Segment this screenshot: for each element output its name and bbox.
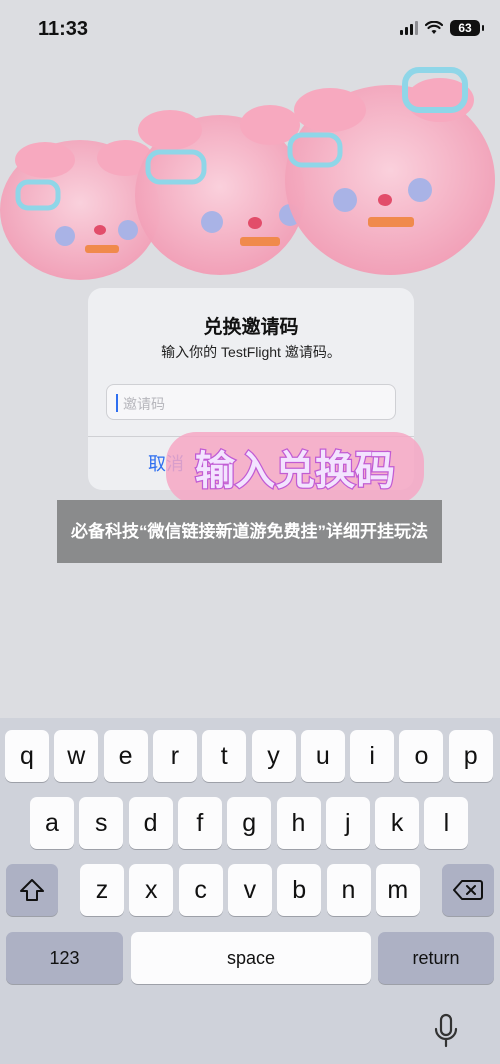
numbers-key[interactable]: 123 bbox=[6, 932, 123, 984]
key-l[interactable]: l bbox=[424, 797, 469, 849]
key-e[interactable]: e bbox=[103, 730, 148, 782]
key-f[interactable]: f bbox=[177, 797, 222, 849]
delete-icon bbox=[453, 880, 483, 900]
invite-code-placeholder: 邀请码 bbox=[123, 396, 165, 412]
signal-icon bbox=[400, 21, 418, 35]
invite-code-input[interactable]: 邀请码 bbox=[106, 384, 396, 420]
battery-icon: 63 bbox=[450, 20, 484, 36]
key-t[interactable]: t bbox=[202, 730, 247, 782]
dictation-button[interactable] bbox=[432, 1013, 460, 1054]
caption-text: 必备科技“微信链接新道游免费挂”详细开挂玩法 bbox=[71, 521, 428, 541]
wifi-icon bbox=[425, 21, 443, 34]
dialog-message: 输入你的 TestFlight 邀请码。 bbox=[161, 344, 341, 360]
key-h[interactable]: h bbox=[276, 797, 321, 849]
key-a[interactable]: a bbox=[30, 797, 74, 849]
key-i[interactable]: i bbox=[350, 730, 395, 782]
key-d[interactable]: d bbox=[128, 797, 173, 849]
return-key[interactable]: return bbox=[378, 932, 494, 984]
key-s[interactable]: s bbox=[79, 797, 124, 849]
microphone-icon bbox=[434, 1013, 458, 1048]
key-q[interactable]: q bbox=[5, 730, 49, 782]
space-key[interactable]: space bbox=[131, 932, 371, 984]
sticker-creature-left bbox=[0, 140, 160, 280]
key-b[interactable]: b bbox=[277, 864, 322, 916]
key-o[interactable]: o bbox=[399, 730, 444, 782]
key-c[interactable]: c bbox=[178, 864, 223, 916]
key-v[interactable]: v bbox=[227, 864, 272, 916]
status-time: 11:33 bbox=[38, 18, 89, 40]
key-z[interactable]: z bbox=[80, 864, 124, 916]
sticker-creature-right bbox=[285, 67, 495, 275]
key-w[interactable]: w bbox=[54, 730, 99, 782]
key-k[interactable]: k bbox=[375, 797, 420, 849]
shift-key[interactable] bbox=[6, 864, 58, 916]
key-x[interactable]: x bbox=[129, 864, 174, 916]
status-icons: 63 bbox=[400, 20, 484, 36]
key-y[interactable]: y bbox=[251, 730, 296, 782]
sticker-creature-middle bbox=[135, 105, 305, 275]
overlay-art-text: 输入兑换码 bbox=[160, 422, 430, 512]
key-g[interactable]: g bbox=[227, 797, 272, 849]
sticker-overlay bbox=[0, 40, 500, 300]
delete-key[interactable] bbox=[442, 864, 494, 916]
key-j[interactable]: j bbox=[325, 797, 370, 849]
shift-icon bbox=[20, 879, 44, 901]
battery-level: 63 bbox=[458, 21, 472, 35]
key-n[interactable]: n bbox=[326, 864, 371, 916]
key-r[interactable]: r bbox=[152, 730, 197, 782]
overlay-art-label: 输入兑换码 bbox=[195, 448, 395, 494]
key-p[interactable]: p bbox=[448, 730, 493, 782]
key-u[interactable]: u bbox=[300, 730, 345, 782]
caption-banner: 必备科技“微信链接新道游免费挂”详细开挂玩法 bbox=[57, 500, 442, 563]
dialog-title: 兑换邀请码 bbox=[203, 317, 299, 338]
text-caret bbox=[116, 394, 118, 412]
key-m[interactable]: m bbox=[375, 864, 420, 916]
